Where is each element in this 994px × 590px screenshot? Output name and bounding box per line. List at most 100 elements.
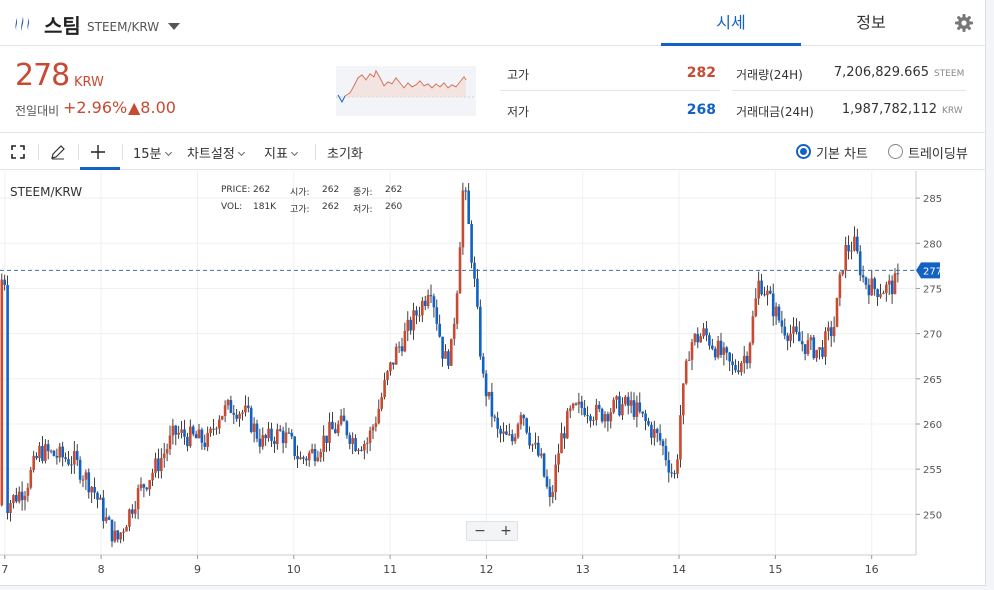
low-value: 268 xyxy=(686,102,716,118)
crosshair-icon[interactable] xyxy=(90,144,106,160)
candle-up xyxy=(241,412,244,414)
fullscreen-icon[interactable] xyxy=(11,145,25,159)
candle-up xyxy=(0,279,4,506)
mini-chart-line-down xyxy=(337,94,346,104)
y-tick-label: 260 xyxy=(923,420,942,431)
candle-up xyxy=(838,274,842,298)
candle-down xyxy=(290,432,294,437)
basic-chart-radio[interactable] xyxy=(796,144,811,159)
candle-down xyxy=(861,275,865,278)
zoom-in-button[interactable]: + xyxy=(493,522,519,540)
tradingview-label[interactable]: 트레이딩뷰 xyxy=(908,143,968,162)
y-tick-label: 265 xyxy=(923,375,942,386)
tab-info[interactable]: 정보 xyxy=(801,0,941,46)
candle-up xyxy=(238,413,241,419)
ohlc-close: 262 xyxy=(385,185,403,195)
pencil-icon[interactable] xyxy=(50,144,66,160)
candle-up xyxy=(844,244,847,271)
candle-up xyxy=(629,400,633,406)
candle-up xyxy=(177,432,180,435)
candle-down xyxy=(429,295,433,297)
candle-up xyxy=(220,416,224,420)
tradingview-radio[interactable] xyxy=(888,144,903,159)
y-tick-label: 280 xyxy=(923,239,942,250)
basic-chart-label[interactable]: 기본 차트 xyxy=(816,143,868,162)
candle-down xyxy=(78,459,82,480)
candle-up xyxy=(621,404,624,416)
candlestick-chart[interactable]: 250 255 260 265 270 275 280 285 7 8 9 10 11 12 13 14 15 1… xyxy=(0,171,986,586)
candle-up xyxy=(824,331,827,357)
candle-up xyxy=(687,359,691,361)
candle-up xyxy=(84,472,88,480)
candle-down xyxy=(249,407,253,432)
candle-down xyxy=(264,435,267,439)
indicators-menu[interactable]: 지표 xyxy=(264,143,298,162)
candle-down xyxy=(116,530,120,540)
candle-up xyxy=(119,532,122,540)
y-tick-label: 250 xyxy=(923,510,942,521)
candle-down xyxy=(771,293,775,317)
candle-down xyxy=(583,407,586,416)
candle-up xyxy=(682,383,685,416)
candle-up xyxy=(365,442,369,444)
candle-down xyxy=(247,405,250,408)
candle-down xyxy=(212,428,215,430)
candle-down xyxy=(293,436,296,456)
candle-down xyxy=(131,509,134,514)
zoom-out-button[interactable]: − xyxy=(467,522,493,540)
coin-select-caret-icon[interactable] xyxy=(168,23,180,30)
candle-down xyxy=(600,408,604,422)
candle-down xyxy=(821,347,824,357)
candle-up xyxy=(38,445,41,459)
candle-down xyxy=(493,416,497,418)
reset-button[interactable]: 초기화 xyxy=(327,143,363,162)
candle-up xyxy=(809,337,813,341)
candle-down xyxy=(705,328,708,336)
candle-down xyxy=(464,190,468,192)
volume-unit: STEEM xyxy=(934,69,965,79)
candle-down xyxy=(597,404,601,409)
candle-up xyxy=(882,292,885,295)
candle-down xyxy=(525,418,528,433)
candle-up xyxy=(444,351,447,359)
candle-down xyxy=(447,351,450,366)
candle-up xyxy=(806,340,810,354)
candle-down xyxy=(800,341,804,345)
candle-down xyxy=(93,486,96,493)
candle-up xyxy=(261,435,265,447)
candle-down xyxy=(55,455,59,458)
candle-up xyxy=(571,403,575,409)
candle-up xyxy=(23,495,27,501)
gear-icon[interactable] xyxy=(955,14,973,32)
interval-select[interactable]: 15분 xyxy=(133,143,172,162)
candle-up xyxy=(612,399,615,413)
candle-down xyxy=(64,457,67,460)
candle-down xyxy=(664,445,668,461)
toolbar-separator xyxy=(38,144,39,160)
candle-down xyxy=(278,429,282,431)
candle-up xyxy=(766,290,769,296)
chart-settings-menu[interactable]: 차트설정 xyxy=(187,143,245,162)
candle-down xyxy=(542,453,546,477)
chevron-down-icon xyxy=(290,148,298,157)
candle-up xyxy=(557,453,560,465)
candle-up xyxy=(827,327,830,332)
tab-quote[interactable]: 시세 xyxy=(661,0,801,46)
candle-up xyxy=(818,347,821,350)
candle-down xyxy=(96,492,99,500)
candle-down xyxy=(769,290,772,294)
candle-down xyxy=(334,429,337,434)
ohlc-vol: 181K xyxy=(253,202,277,212)
candle-up xyxy=(887,280,891,285)
candle-up xyxy=(336,424,340,434)
candle-down xyxy=(157,458,160,472)
candle-up xyxy=(841,270,845,275)
x-tick-label: 12 xyxy=(479,563,493,576)
candle-up xyxy=(554,464,557,493)
candle-up xyxy=(418,315,421,317)
candle-down xyxy=(876,289,879,298)
candle-up xyxy=(322,435,325,452)
candle-up xyxy=(595,404,598,421)
candle-up xyxy=(136,488,140,510)
ohlc-price-label: PRICE: xyxy=(221,185,251,195)
